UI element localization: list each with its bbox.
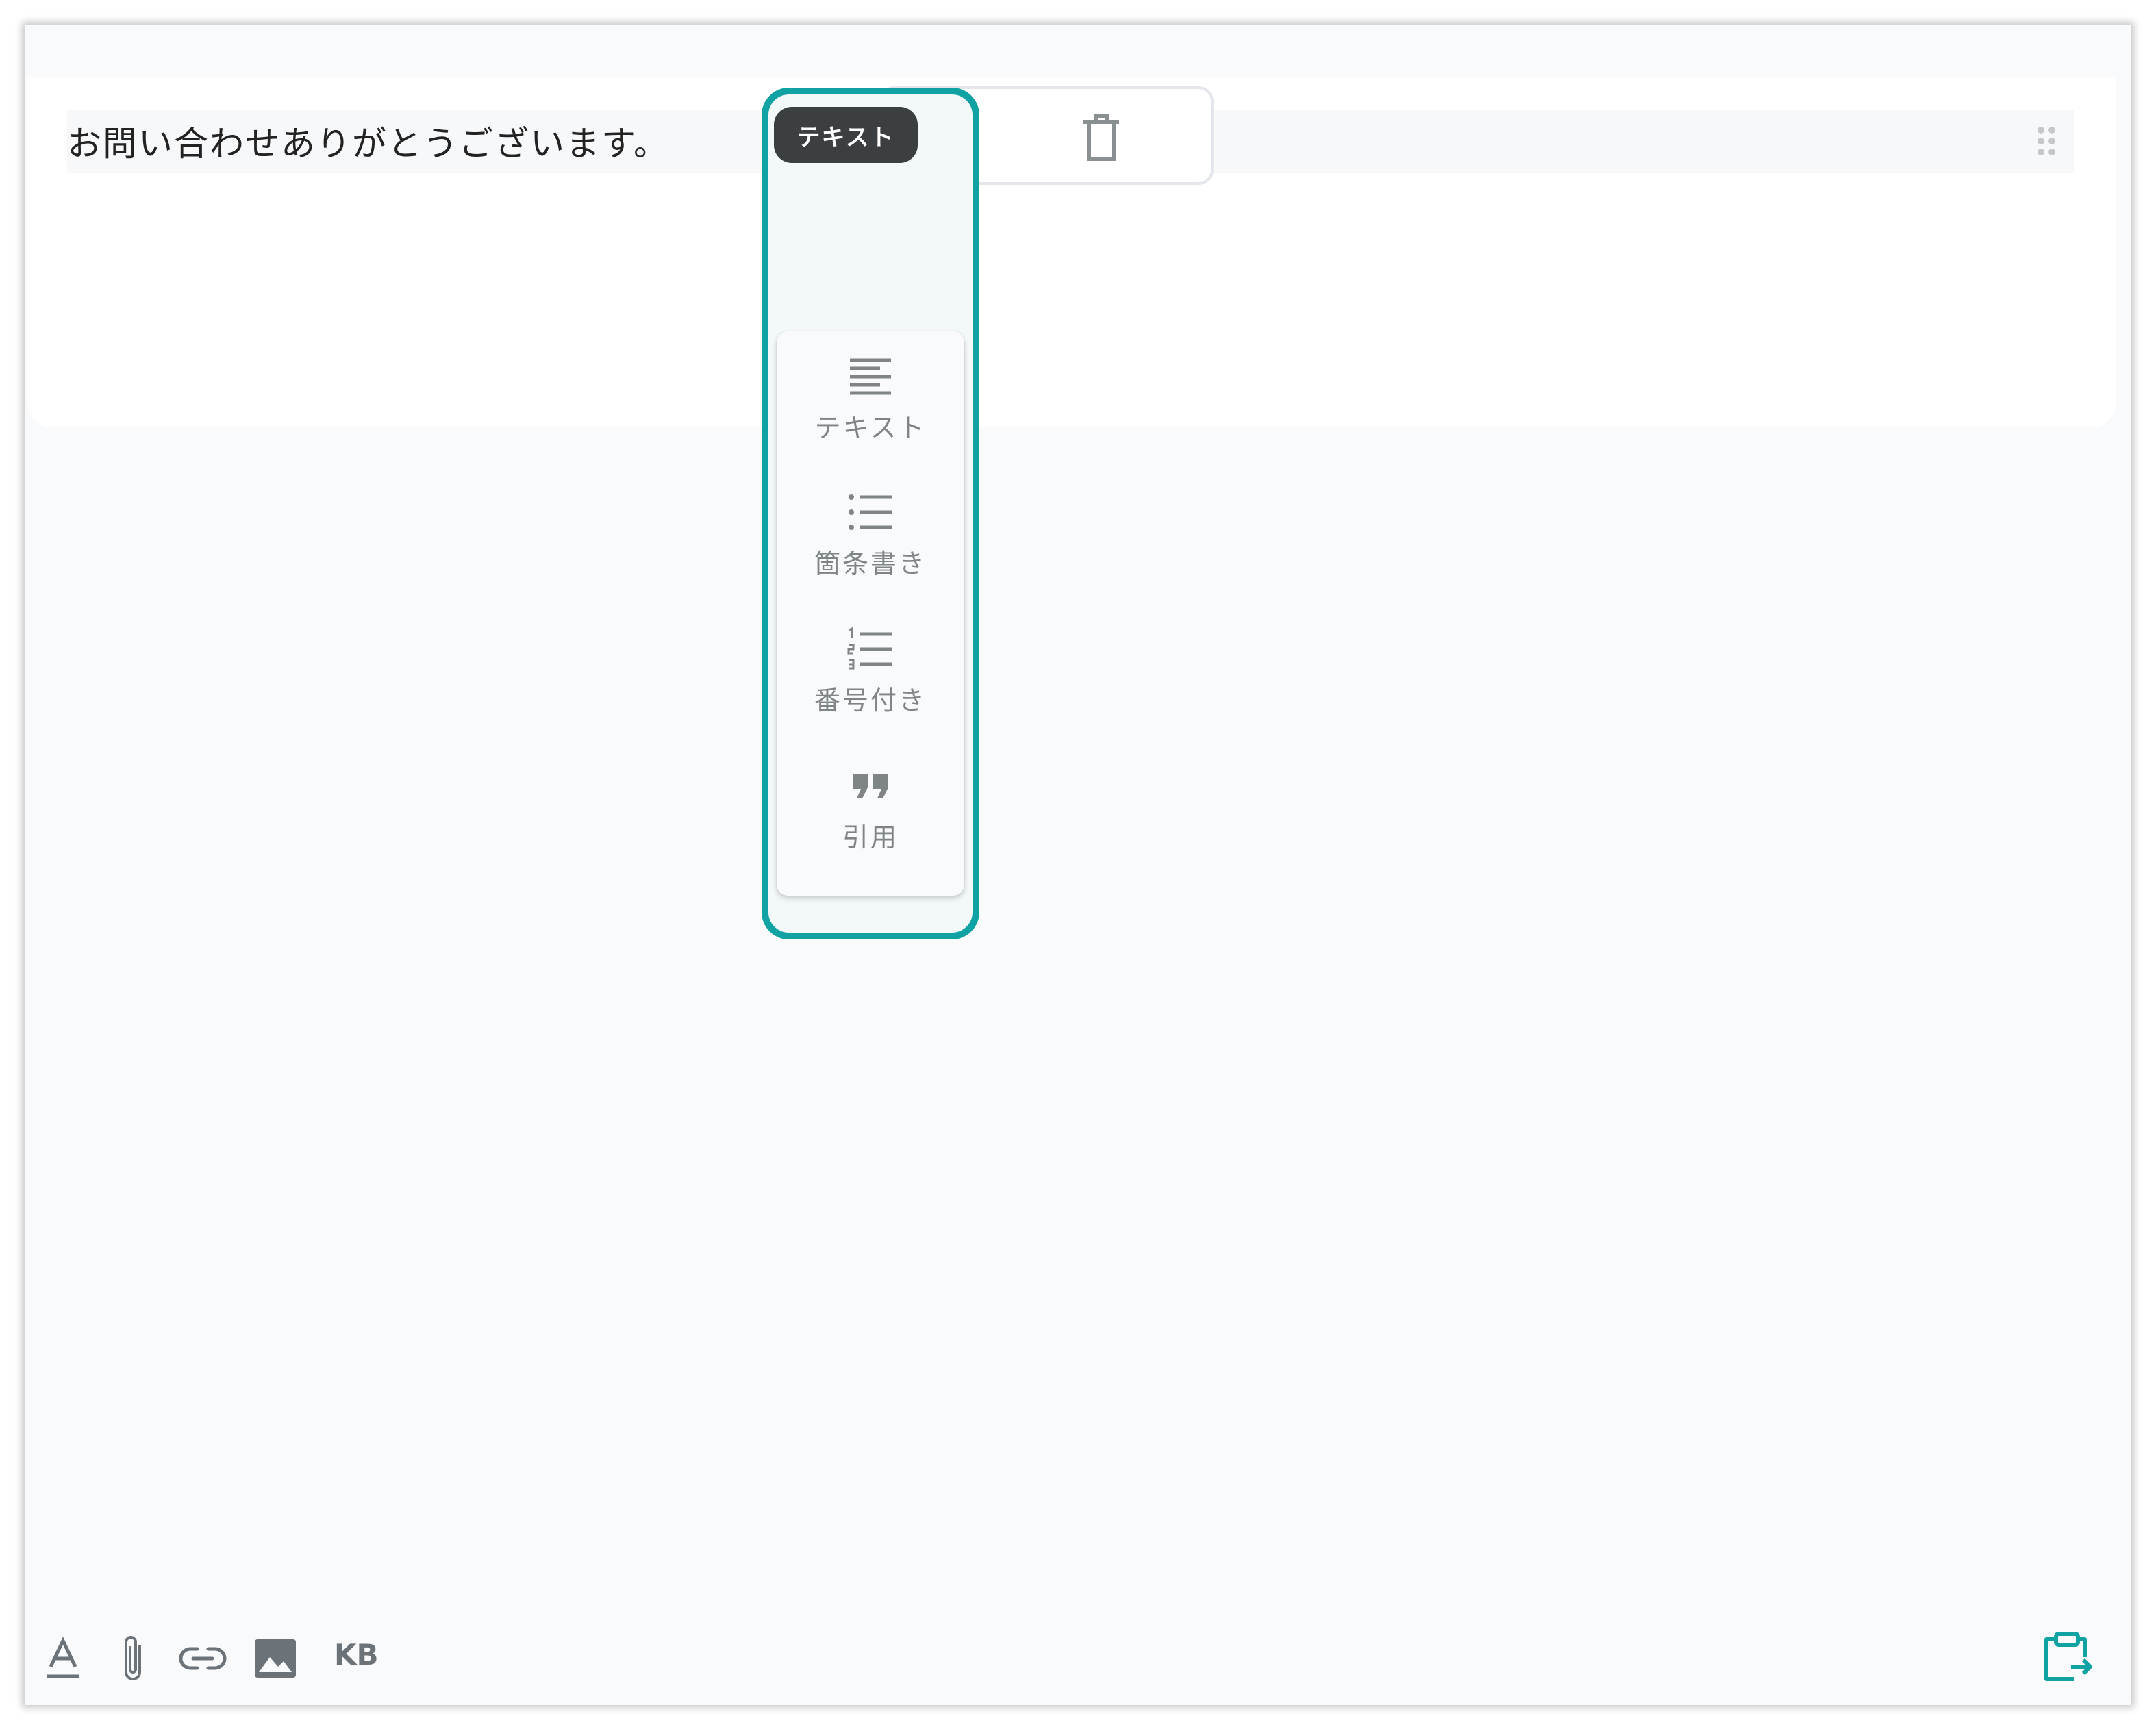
clipboard-export-button[interactable] [2040, 1630, 2094, 1684]
clipboard-export-icon [2044, 1632, 2092, 1681]
highlight-frame [762, 88, 979, 939]
text-format-icon [47, 1637, 79, 1678]
block-text[interactable]: お問い合わせありがとうございます。 [67, 110, 669, 173]
trash-icon [1083, 114, 1119, 161]
attach-button[interactable] [107, 1632, 159, 1684]
paperclip-icon [125, 1636, 141, 1680]
image-button[interactable] [249, 1632, 301, 1684]
image-icon [255, 1639, 296, 1678]
link-icon [179, 1647, 227, 1670]
drag-handle-icon[interactable] [2035, 125, 2057, 157]
text-format-button[interactable] [37, 1632, 89, 1684]
link-button[interactable] [177, 1632, 229, 1684]
delete-button[interactable] [1071, 108, 1131, 168]
kb-button[interactable]: KB [334, 1638, 379, 1671]
bottom-toolbar: KB [25, 1609, 2131, 1705]
editor-frame: お問い合わせありがとうございます。 テキスト テキスト 箇条書き 番号付き 引用… [25, 25, 2131, 1705]
